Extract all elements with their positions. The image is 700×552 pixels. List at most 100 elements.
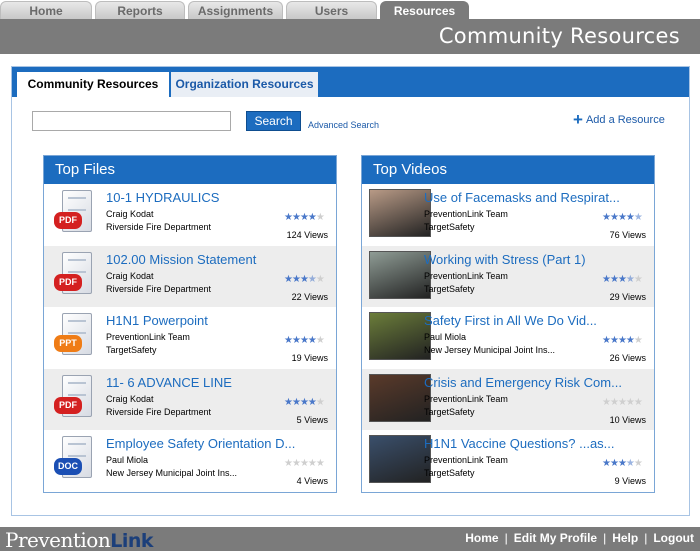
file-type-badge: PDF xyxy=(54,273,82,291)
star-icon: ★ xyxy=(299,458,309,470)
footer-link-help[interactable]: Help xyxy=(612,531,638,545)
item-title-link[interactable]: H1N1 Powerpoint xyxy=(106,313,208,328)
top-files-box: Top Files PDF 10-1 HYDRAULICS Craig Kodat R… xyxy=(43,155,337,493)
top-videos-title: Top Videos xyxy=(362,156,654,184)
video-thumbnail[interactable] xyxy=(369,435,431,484)
star-icon: ★ xyxy=(617,458,627,470)
item-title-link[interactable]: 10-1 HYDRAULICS xyxy=(106,190,219,205)
item-views: 10 Views xyxy=(609,414,646,425)
item-title-link[interactable]: Safety First in All We Do Vid... xyxy=(424,313,597,328)
star-icon: ★ xyxy=(609,335,619,347)
star-icon: ★ xyxy=(602,396,611,408)
item-organization: TargetSafety xyxy=(424,283,475,294)
rating-stars: ★★★★★ xyxy=(284,273,325,285)
preventionlink-logo: PreventionLink xyxy=(5,528,154,552)
item-views: 5 Views xyxy=(296,414,328,425)
star-icon: ★ xyxy=(633,273,643,285)
file-doc-icon[interactable]: DOC xyxy=(54,436,94,484)
top-nav: Home Reports Assignments Users Resources xyxy=(0,0,700,19)
file-ppt-icon[interactable]: PPT xyxy=(54,313,94,361)
item-author: PreventionLink Team xyxy=(424,393,508,404)
rating-stars: ★★★★★ xyxy=(602,335,643,347)
tab-reports[interactable]: Reports xyxy=(95,1,185,19)
tab-organization-resources[interactable]: Organization Resources xyxy=(171,72,318,97)
item-author: Craig Kodat xyxy=(106,270,154,281)
item-views: 9 Views xyxy=(614,476,646,487)
footer-link-edit-profile[interactable]: Edit My Profile xyxy=(514,531,597,545)
star-icon: ★ xyxy=(609,273,619,285)
item-title-link[interactable]: H1N1 Vaccine Questions? ...as... xyxy=(424,436,615,451)
star-icon: ★ xyxy=(633,396,643,408)
item-organization: New Jersey Municipal Joint Ins... xyxy=(106,468,238,479)
item-title-link[interactable]: Working with Stress (Part 1) xyxy=(424,252,586,267)
item-author: PreventionLink Team xyxy=(424,270,508,281)
video-thumbnail[interactable] xyxy=(369,250,431,299)
star-icon: ★ xyxy=(284,273,293,285)
list-item[interactable]: PDF 102.00 Mission Statement Craig Kodat Ri… xyxy=(44,245,336,308)
star-icon: ★ xyxy=(617,396,627,408)
star-icon: ★ xyxy=(299,212,309,223)
star-icon: ★ xyxy=(609,458,619,470)
item-title-link[interactable]: Use of Facemasks and Respirat... xyxy=(424,190,620,205)
star-icon: ★ xyxy=(284,335,293,347)
star-icon: ★ xyxy=(315,273,325,285)
item-title-link[interactable]: 102.00 Mission Statement xyxy=(106,252,256,267)
star-icon: ★ xyxy=(617,212,627,223)
star-icon: ★ xyxy=(299,273,309,285)
list-item[interactable]: H1N1 Vaccine Questions? ...as... Preventi… xyxy=(362,430,654,492)
star-icon: ★ xyxy=(291,273,301,285)
panel-tabs: Community Resources Organization Resourc… xyxy=(12,67,689,97)
video-thumbnail[interactable] xyxy=(369,373,431,422)
item-organization: New Jersey Municipal Joint Ins... xyxy=(424,345,556,356)
video-thumbnail[interactable] xyxy=(369,189,431,237)
list-item[interactable]: DOC Employee Safety Orientation D... Paul … xyxy=(44,430,336,492)
item-organization: Riverside Fire Department xyxy=(106,406,212,417)
file-type-badge: DOC xyxy=(54,458,82,476)
file-type-badge: PDF xyxy=(54,212,82,229)
list-item[interactable]: Crisis and Emergency Risk Com... Preventi… xyxy=(362,368,654,431)
tab-users[interactable]: Users xyxy=(286,1,377,19)
file-pdf-icon[interactable]: PDF xyxy=(54,190,94,238)
tab-resources[interactable]: Resources xyxy=(380,1,469,19)
item-title-link[interactable]: Crisis and Emergency Risk Com... xyxy=(424,375,622,390)
add-resource-link[interactable]: + Add a Resource xyxy=(573,110,665,130)
tab-home[interactable]: Home xyxy=(0,1,92,19)
item-views: 76 Views xyxy=(609,230,646,240)
star-icon: ★ xyxy=(625,335,635,347)
item-author: Craig Kodat xyxy=(106,393,154,404)
star-icon: ★ xyxy=(625,212,635,223)
star-icon: ★ xyxy=(291,396,301,408)
plus-icon: + xyxy=(573,110,583,129)
add-resource-label: Add a Resource xyxy=(585,114,665,126)
star-icon: ★ xyxy=(315,335,325,347)
file-pdf-icon[interactable]: PDF xyxy=(54,374,94,423)
star-icon: ★ xyxy=(625,396,635,408)
advanced-search-link[interactable]: Advanced Search xyxy=(308,120,379,130)
list-item[interactable]: PDF 10-1 HYDRAULICS Craig Kodat Riverside F… xyxy=(44,184,336,246)
star-icon: ★ xyxy=(284,458,293,470)
tab-assignments[interactable]: Assignments xyxy=(188,1,283,19)
star-icon: ★ xyxy=(609,396,619,408)
footer-link-logout[interactable]: Logout xyxy=(653,531,694,545)
footer-link-home[interactable]: Home xyxy=(465,531,498,545)
item-views: 4 Views xyxy=(296,476,328,487)
star-icon: ★ xyxy=(602,458,611,470)
search-input[interactable] xyxy=(32,111,231,131)
list-item[interactable]: PDF 11- 6 ADVANCE LINE Craig Kodat Riversid… xyxy=(44,368,336,431)
list-item[interactable]: Safety First in All We Do Vid... Paul Mio… xyxy=(362,307,654,369)
item-title-link[interactable]: Employee Safety Orientation D... xyxy=(106,436,295,451)
star-icon: ★ xyxy=(617,335,627,347)
item-author: PreventionLink Team xyxy=(106,332,190,343)
file-pdf-icon[interactable]: PDF xyxy=(54,251,94,300)
list-item[interactable]: Working with Stress (Part 1) PreventionLi… xyxy=(362,245,654,308)
tab-community-resources[interactable]: Community Resources xyxy=(17,72,169,97)
star-icon: ★ xyxy=(284,212,293,223)
rating-stars: ★★★★★ xyxy=(602,212,643,223)
video-thumbnail[interactable] xyxy=(369,312,431,361)
item-title-link[interactable]: 11- 6 ADVANCE LINE xyxy=(106,375,232,390)
list-item[interactable]: Use of Facemasks and Respirat... Preventi… xyxy=(362,184,654,246)
list-item[interactable]: PPT H1N1 Powerpoint PreventionLink Team Tar… xyxy=(44,307,336,369)
search-button[interactable]: Search xyxy=(246,111,301,131)
star-icon: ★ xyxy=(307,396,317,408)
rating-stars: ★★★★★ xyxy=(284,458,325,470)
